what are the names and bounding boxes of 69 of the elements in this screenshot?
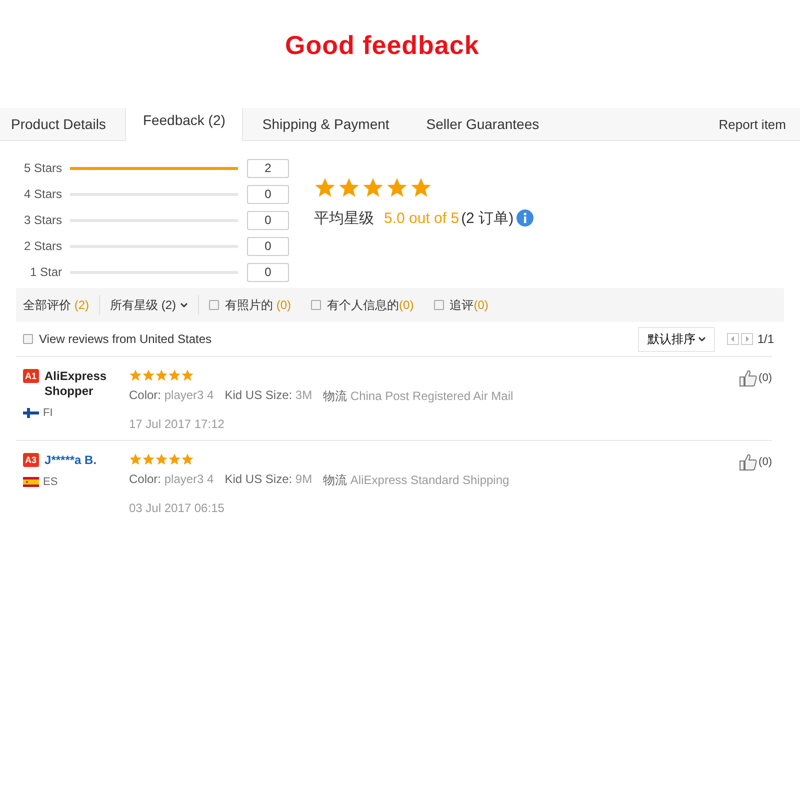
- previous-page-button[interactable]: [727, 333, 740, 345]
- like-count: (0): [758, 372, 772, 384]
- thumbs-up-icon[interactable]: [738, 453, 758, 471]
- caret-icon: [180, 302, 188, 308]
- average-score: 5.0 out of 5: [384, 210, 460, 227]
- next-page-button[interactable]: [741, 333, 754, 345]
- star-level-label: 1 Star: [28, 265, 63, 279]
- filter-option[interactable]: 追评(0): [450, 296, 488, 314]
- country-filter-label[interactable]: View reviews from United States: [39, 332, 212, 346]
- tab[interactable]: Shipping & Payment: [245, 108, 406, 140]
- review-date: 03 Jul 2017 06:15: [129, 501, 226, 516]
- rating-count: 0: [247, 262, 289, 282]
- star-level-label: 5 Stars: [22, 161, 63, 175]
- rating-count: 0: [247, 236, 289, 256]
- star-level-label: 2 Stars: [22, 239, 63, 253]
- checkbox[interactable]: [209, 300, 220, 310]
- country-code: ES: [43, 476, 58, 488]
- info-icon[interactable]: [516, 209, 534, 228]
- filter-option[interactable]: 有照片的 (0): [225, 296, 292, 314]
- level-badge: A1: [23, 369, 39, 383]
- star-icon: [181, 369, 194, 382]
- level-badge: A3: [23, 453, 39, 467]
- star-icon: [181, 453, 194, 466]
- reviewer-name[interactable]: J*****a B.: [44, 453, 97, 468]
- order-detail: 物流 China Post Registered Air Mail: [323, 388, 514, 406]
- order-detail: Kid US Size: 3M: [224, 388, 312, 404]
- order-detail: Kid US Size: 9M: [224, 472, 312, 488]
- tab[interactable]: Feedback (2): [124, 108, 244, 141]
- star-icon: [155, 453, 168, 466]
- star-icon: [386, 177, 408, 198]
- like-count: (0): [758, 456, 772, 468]
- star-icon: [168, 369, 181, 382]
- filter-option[interactable]: 全部评价 (2): [23, 296, 90, 314]
- rating-count: 0: [247, 184, 289, 204]
- checkbox[interactable]: [434, 300, 444, 310]
- average-rating-label: 平均星级: [314, 208, 374, 228]
- rating-count: 0: [247, 210, 289, 230]
- thumbs-up-icon[interactable]: [738, 369, 758, 387]
- sort-dropdown[interactable]: 默认排序: [638, 326, 716, 352]
- report-link[interactable]: Report item: [718, 116, 786, 132]
- star-icon: [168, 453, 181, 466]
- checkbox[interactable]: [23, 334, 33, 344]
- review-date: 17 Jul 2017 17:12: [129, 417, 226, 432]
- caret-icon: [698, 336, 706, 342]
- star-icon: [129, 453, 142, 466]
- reviewer-name: AliExpress Shopper: [44, 369, 108, 399]
- filter-option[interactable]: 有个人信息的(0): [327, 296, 414, 314]
- country-code: FI: [43, 407, 53, 419]
- tab[interactable]: Product Details: [0, 108, 123, 140]
- order-count: (2 订单): [461, 208, 514, 228]
- star-icon: [410, 177, 432, 198]
- star-icon: [142, 369, 155, 382]
- star-icon: [142, 453, 155, 466]
- star-level-label: 4 Stars: [22, 187, 63, 201]
- star-icon: [155, 369, 168, 382]
- star-icon: [362, 177, 384, 198]
- page-indicator: 1/1: [757, 332, 774, 346]
- checkbox[interactable]: [311, 300, 322, 310]
- star-icon: [129, 369, 142, 382]
- order-detail: Color: player3 4: [129, 472, 214, 488]
- order-detail: Color: player3 4: [129, 388, 214, 404]
- banner-title: Good feedback: [285, 30, 480, 61]
- star-level-label: 3 Stars: [22, 213, 63, 227]
- rating-count: 2: [247, 158, 289, 178]
- star-icon: [314, 177, 336, 198]
- tab[interactable]: Seller Guarantees: [408, 108, 556, 140]
- star-icon: [338, 177, 360, 198]
- star-filter-dropdown[interactable]: 所有星级 (2): [110, 296, 188, 314]
- order-detail: 物流 AliExpress Standard Shipping: [323, 472, 510, 490]
